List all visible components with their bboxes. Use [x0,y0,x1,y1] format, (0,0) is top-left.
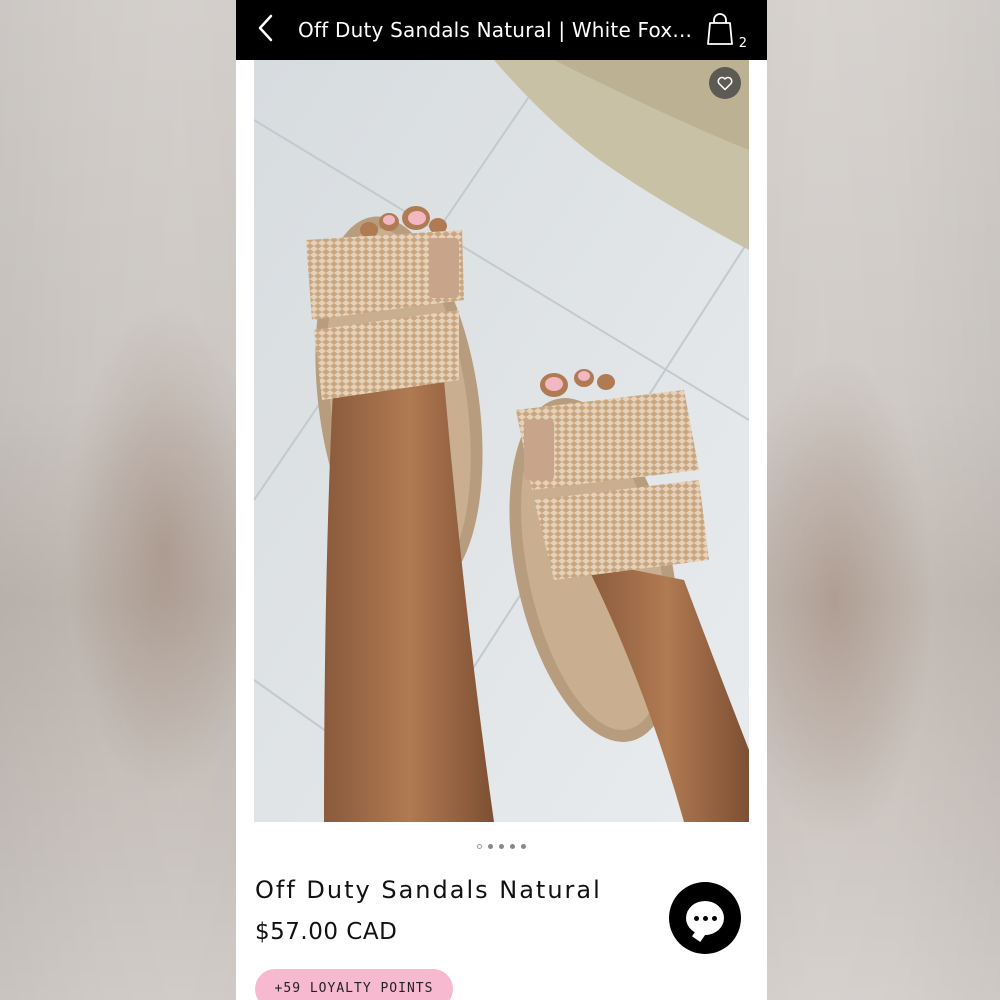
carousel-pagination [236,844,767,849]
mobile-screen: Off Duty Sandals Natural | White Fox... … [236,0,767,1000]
back-button[interactable] [236,0,296,60]
chat-bubble-icon [686,901,724,935]
chevron-left-icon [256,13,276,47]
shopping-bag-icon [705,12,735,50]
cart-count-badge: 2 [738,36,747,51]
shopping-bag-button[interactable]: 2 [705,12,749,52]
carousel-dot-1[interactable] [477,844,482,849]
product-price: $57.00 CAD [255,919,398,945]
favorite-button[interactable] [709,67,741,99]
blurred-background-left [0,0,236,1000]
carousel-dot-2[interactable] [488,844,493,849]
top-navigation-bar: Off Duty Sandals Natural | White Fox... … [236,0,767,60]
blurred-background-right [764,0,1000,1000]
carousel-dot-3[interactable] [499,844,504,849]
carousel-dot-5[interactable] [521,844,526,849]
loyalty-points-badge: +59 LOYALTY POINTS [255,969,453,1000]
product-image[interactable] [254,60,749,822]
product-photo-sandals [254,60,749,822]
heart-icon [717,76,733,91]
product-name: Off Duty Sandals Natural [255,876,602,904]
chat-button[interactable] [669,882,741,954]
page-title: Off Duty Sandals Natural | White Fox... [298,18,693,42]
carousel-dot-4[interactable] [510,844,515,849]
